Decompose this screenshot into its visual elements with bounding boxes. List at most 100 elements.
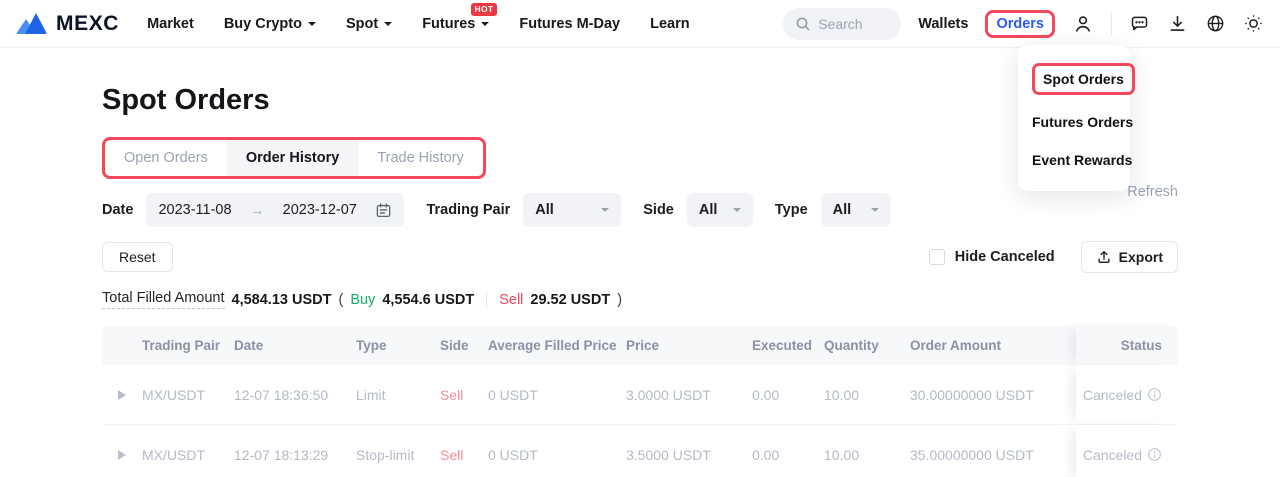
cell-average-filled-price: 0 USDT <box>486 425 624 477</box>
brand-name: MEXC <box>56 12 119 36</box>
search-box[interactable] <box>783 8 901 40</box>
info-icon[interactable] <box>1147 447 1162 462</box>
col-status: Status <box>1076 325 1178 365</box>
nav-futures-m-day[interactable]: Futures M-Day <box>519 16 620 32</box>
chevron-down-icon <box>601 208 609 216</box>
cell-executed: 0.00 <box>750 365 822 424</box>
chevron-down-icon <box>308 22 316 30</box>
search-input[interactable] <box>818 16 889 32</box>
menu-item-event-rewards[interactable]: Event Rewards <box>1018 141 1130 179</box>
col-type: Type <box>354 325 438 365</box>
buy-amount: 4,554.6 USDT <box>382 292 474 308</box>
cell-status: Canceled <box>1076 425 1178 477</box>
chevron-down-icon <box>384 22 392 30</box>
reset-button[interactable]: Reset <box>102 242 173 272</box>
actions-row: Reset Hide Canceled Export <box>102 241 1178 273</box>
tab-order-history[interactable]: Order History <box>227 140 358 176</box>
profile-icon[interactable] <box>1072 13 1094 35</box>
col-trading-pair: Trading Pair <box>140 325 232 365</box>
side-label: Side <box>643 202 674 218</box>
summary-divider <box>486 293 487 307</box>
chevron-down-icon <box>871 208 879 216</box>
cell-order-amount: 35.00000000 USDT <box>908 425 1076 477</box>
cell-order-amount: 30.00000000 USDT <box>908 365 1076 424</box>
trading-pair-select[interactable]: All <box>523 193 621 227</box>
cell-side: Sell <box>438 425 486 477</box>
cell-type: Limit <box>354 365 438 424</box>
sell-amount: 29.52 USDT <box>530 292 610 308</box>
theme-sun-icon[interactable] <box>1243 13 1264 34</box>
col-order-amount: Order Amount <box>908 325 1076 365</box>
hide-canceled-label: Hide Canceled <box>955 249 1055 265</box>
col-quantity: Quantity <box>822 325 908 365</box>
download-icon[interactable] <box>1167 13 1188 34</box>
side-select[interactable]: All <box>687 193 753 227</box>
trading-pair-label: Trading Pair <box>426 202 510 218</box>
cell-side: Sell <box>438 365 486 424</box>
nav-buy-crypto[interactable]: Buy Crypto <box>224 16 316 32</box>
col-executed: Executed <box>750 325 822 365</box>
mexc-mountain-icon <box>16 13 47 34</box>
total-filled-summary: Total Filled Amount 4,584.13 USDT ( Buy … <box>102 290 1178 309</box>
buy-label: Buy <box>350 292 375 308</box>
sell-label: Sell <box>499 292 523 308</box>
col-average-filled-price: Average Filled Price <box>486 325 624 365</box>
cell-status: Canceled <box>1076 365 1178 424</box>
col-price: Price <box>624 325 750 365</box>
wallets-link[interactable]: Wallets <box>918 16 968 32</box>
info-icon[interactable] <box>1147 387 1162 402</box>
main-content: Spot Orders Refresh Open Orders Order Hi… <box>102 84 1178 477</box>
annotation-box-orders: Orders <box>985 10 1055 38</box>
nav-futures[interactable]: Futures HOT <box>422 16 489 32</box>
cell-trading-pair: MX/USDT <box>140 365 232 424</box>
calendar-icon <box>375 202 392 219</box>
total-filled-amount-label: Total Filled Amount <box>102 290 225 309</box>
date-range-input[interactable]: 2023-11-08 → 2023-12-07 <box>146 193 404 227</box>
cell-date: 12-07 18:13:29 <box>232 425 354 477</box>
chat-icon[interactable] <box>1129 13 1150 34</box>
nav-spot[interactable]: Spot <box>346 16 392 32</box>
total-filled-amount-value: 4,584.13 USDT <box>232 292 332 308</box>
globe-language-icon[interactable] <box>1205 13 1226 34</box>
date-label: Date <box>102 202 133 218</box>
main-nav: Market Buy Crypto Spot Futures HOT Futur… <box>147 16 690 32</box>
col-date: Date <box>232 325 354 365</box>
refresh-button[interactable]: Refresh <box>1127 184 1178 200</box>
date-to-value: 2023-12-07 <box>283 202 357 218</box>
search-icon <box>795 16 811 32</box>
orders-dropdown-menu: Spot Orders Futures Orders Event Rewards <box>1018 45 1130 191</box>
nav-learn[interactable]: Learn <box>650 16 690 32</box>
type-select[interactable]: All <box>821 193 891 227</box>
mexc-logo[interactable]: MEXC <box>16 12 119 36</box>
chevron-down-icon <box>733 208 741 216</box>
nav-market[interactable]: Market <box>147 16 194 32</box>
date-from-value: 2023-11-08 <box>158 202 231 218</box>
cell-trading-pair: MX/USDT <box>140 425 232 477</box>
header-divider <box>1111 13 1112 35</box>
expand-row-icon[interactable] <box>118 450 126 460</box>
tab-open-orders[interactable]: Open Orders <box>105 140 227 176</box>
cell-type: Stop-limit <box>354 425 438 477</box>
tab-trade-history[interactable]: Trade History <box>358 140 482 176</box>
cell-date: 12-07 18:36:50 <box>232 365 354 424</box>
expand-row-icon[interactable] <box>118 390 126 400</box>
col-side: Side <box>438 325 486 365</box>
menu-item-spot-orders[interactable]: Spot Orders <box>1018 57 1130 103</box>
type-label: Type <box>775 202 808 218</box>
orders-table: Trading Pair Date Type Side Average Fill… <box>102 325 1178 477</box>
table-header-row: Trading Pair Date Type Side Average Fill… <box>102 325 1178 365</box>
hide-canceled-checkbox[interactable] <box>929 249 945 265</box>
menu-item-futures-orders[interactable]: Futures Orders <box>1018 103 1130 141</box>
page-title: Spot Orders <box>102 84 1178 117</box>
cell-quantity: 10.00 <box>822 425 908 477</box>
cell-price: 3.0000 USDT <box>624 365 750 424</box>
cell-average-filled-price: 0 USDT <box>486 365 624 424</box>
export-button[interactable]: Export <box>1081 241 1178 273</box>
upload-icon <box>1096 249 1112 265</box>
order-tabs: Open Orders Order History Trade History <box>105 140 483 176</box>
cell-quantity: 10.00 <box>822 365 908 424</box>
orders-link[interactable]: Orders <box>996 16 1044 32</box>
filters-row: Date 2023-11-08 → 2023-12-07 Trading Pai… <box>102 193 1178 227</box>
cell-price: 3.5000 USDT <box>624 425 750 477</box>
hot-badge: HOT <box>471 3 498 16</box>
